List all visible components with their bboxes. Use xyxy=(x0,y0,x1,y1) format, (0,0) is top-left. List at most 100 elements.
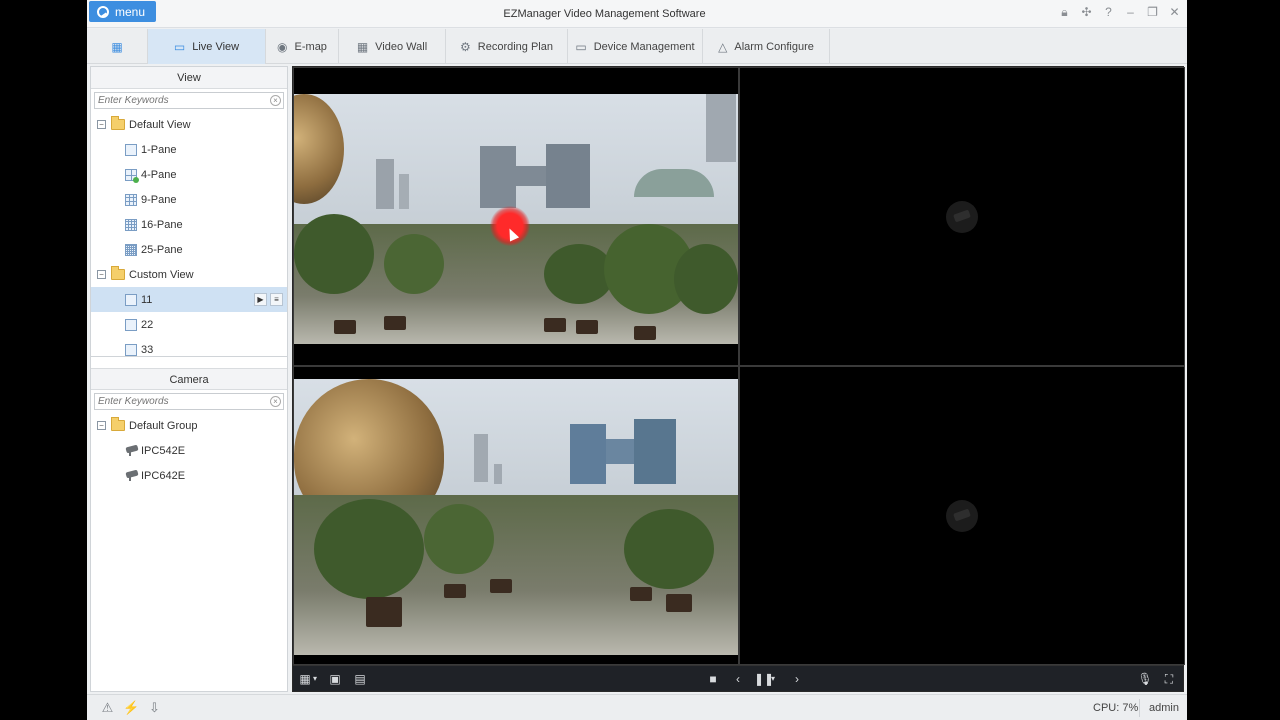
view-details-icon[interactable]: ≡ xyxy=(270,293,283,306)
pause-icon[interactable]: ❚❚ xyxy=(754,671,774,687)
camera-label: IPC542E xyxy=(141,444,186,457)
tab-live-view[interactable]: ▭ Live View xyxy=(148,29,266,64)
restore-icon[interactable]: ❐ xyxy=(1146,6,1159,19)
custom-view-item-22[interactable]: 22 xyxy=(91,312,287,337)
save-as-view-icon[interactable]: ▤ xyxy=(352,671,368,687)
collapse-icon[interactable]: − xyxy=(97,270,106,279)
alarm-icon: △ xyxy=(718,39,728,54)
camera-search: × xyxy=(94,393,284,410)
clear-search-icon[interactable]: × xyxy=(270,95,281,106)
download-icon[interactable]: ⇩ xyxy=(147,700,162,715)
tab-video-wall[interactable]: ▦ Video Wall xyxy=(339,29,446,64)
layout-dropdown-icon[interactable]: ▾ xyxy=(311,671,319,687)
close-icon[interactable]: ✕ xyxy=(1168,6,1181,19)
pane-icon xyxy=(125,318,137,331)
view-item-label: 25-Pane xyxy=(141,243,183,256)
view-item-9-pane[interactable]: 9-Pane xyxy=(91,187,287,212)
app-window: menu EZManager Video Management Software… xyxy=(87,0,1187,720)
pane-icon xyxy=(125,293,137,306)
video-cell-4[interactable] xyxy=(739,366,1185,665)
pane-25-icon xyxy=(125,243,137,256)
video-wall-icon: ▦ xyxy=(356,39,369,54)
gear-icon: ⚙ xyxy=(460,39,471,54)
tab-recording-plan[interactable]: ⚙ Recording Plan xyxy=(446,29,568,64)
no-camera-icon xyxy=(946,200,978,233)
fullscreen-icon[interactable]: ⛶ xyxy=(1161,671,1177,687)
camera-search-input[interactable] xyxy=(95,394,270,409)
tab-label: Live View xyxy=(192,40,240,53)
pane-4-icon xyxy=(125,168,139,183)
custom-view-item-33[interactable]: 33 xyxy=(91,337,287,362)
main-tab-bar: ▦ ▭ Live View ◉ E-map ▦ Video Wall ⚙ Rec… xyxy=(87,29,1187,64)
device-icon: ▭ xyxy=(575,39,587,54)
tab-e-map[interactable]: ◉ E-map xyxy=(266,29,339,64)
pane-16-icon xyxy=(125,218,137,231)
view-item-label: 4-Pane xyxy=(141,168,177,181)
status-divider xyxy=(1139,699,1140,717)
video-cell-2[interactable] xyxy=(739,67,1185,366)
tab-label: Device Management xyxy=(593,40,695,53)
save-view-icon[interactable]: ▣ xyxy=(327,671,343,687)
camera-icon xyxy=(125,445,140,456)
camera-label: IPC642E xyxy=(141,469,186,482)
title-bar: menu EZManager Video Management Software… xyxy=(87,0,1187,28)
previous-icon[interactable]: ‹ xyxy=(730,671,746,687)
microphone-icon[interactable]: 🎙︎ xyxy=(1137,671,1153,687)
collapse-icon[interactable]: − xyxy=(97,421,106,430)
tree-group-default-view[interactable]: − Default View xyxy=(91,112,287,137)
map-pin-icon: ◉ xyxy=(277,39,288,54)
camera-item-ipc642e[interactable]: IPC642E xyxy=(91,463,287,488)
view-item-label: 9-Pane xyxy=(141,193,177,206)
tab-home[interactable]: ▦ xyxy=(87,29,148,64)
tab-label: Recording Plan xyxy=(477,40,553,53)
view-item-label: 33 xyxy=(141,343,154,356)
camera-feed-image xyxy=(294,379,738,655)
current-user: admin xyxy=(1149,702,1179,714)
tab-label: E-map xyxy=(294,40,327,53)
clear-search-icon[interactable]: × xyxy=(270,396,281,407)
collapse-icon[interactable]: − xyxy=(97,120,106,129)
view-item-label: 11 xyxy=(141,293,153,306)
tab-label: Alarm Configure xyxy=(734,40,814,53)
monitor-icon: ▭ xyxy=(173,39,186,54)
tree-group-default-group[interactable]: − Default Group xyxy=(91,413,287,438)
alarm-warning-icon[interactable]: ⚠ xyxy=(100,700,115,715)
tab-device-management[interactable]: ▭ Device Management xyxy=(568,29,703,64)
view-item-label: 1-Pane xyxy=(141,143,177,156)
view-search-input[interactable] xyxy=(95,93,270,108)
alarm-record-icon[interactable]: ⚡ xyxy=(123,700,139,715)
stop-icon[interactable]: ■ xyxy=(705,671,721,687)
tab-label: Video Wall xyxy=(375,40,428,53)
tree-group-custom-view[interactable]: − Custom View xyxy=(91,262,287,287)
pane-icon xyxy=(125,343,137,356)
settings-icon[interactable]: ✣ xyxy=(1080,6,1093,19)
active-dot-icon xyxy=(133,176,139,183)
view-panel-title: View xyxy=(91,67,287,89)
view-item-25-pane[interactable]: 25-Pane xyxy=(91,237,287,262)
pause-dropdown-icon[interactable]: ▾ xyxy=(769,671,777,687)
camera-item-ipc542e[interactable]: IPC542E xyxy=(91,438,287,463)
custom-view-item-11[interactable]: 11 ▶ ≡ xyxy=(91,287,287,312)
home-grid-icon: ▦ xyxy=(111,39,123,54)
folder-icon xyxy=(111,417,125,431)
pane-9-icon xyxy=(125,193,137,206)
view-search: × xyxy=(94,92,284,109)
camera-section: Camera × − Default Group IPC542E IPC642E xyxy=(91,368,287,488)
pane-1-icon xyxy=(125,143,137,156)
help-icon[interactable]: ? xyxy=(1102,6,1115,19)
minimize-icon[interactable]: – xyxy=(1124,6,1137,19)
tab-alarm-configure[interactable]: △ Alarm Configure xyxy=(703,29,830,64)
row-actions: ▶ ≡ xyxy=(254,293,283,306)
play-view-icon[interactable]: ▶ xyxy=(254,293,267,306)
lock-icon[interactable]: 🔒︎ xyxy=(1058,6,1071,19)
view-item-16-pane[interactable]: 16-Pane xyxy=(91,212,287,237)
group-label: Custom View xyxy=(129,268,194,281)
video-cell-1[interactable] xyxy=(293,67,739,366)
view-item-4-pane[interactable]: 4-Pane xyxy=(91,162,287,187)
view-item-1-pane[interactable]: 1-Pane xyxy=(91,137,287,162)
video-cell-3[interactable] xyxy=(293,366,739,665)
window-controls: 🔒︎ ✣ ? – ❐ ✕ xyxy=(1058,6,1181,19)
next-icon[interactable]: › xyxy=(789,671,805,687)
camera-panel-title: Camera xyxy=(91,368,287,390)
folder-icon xyxy=(111,116,125,130)
